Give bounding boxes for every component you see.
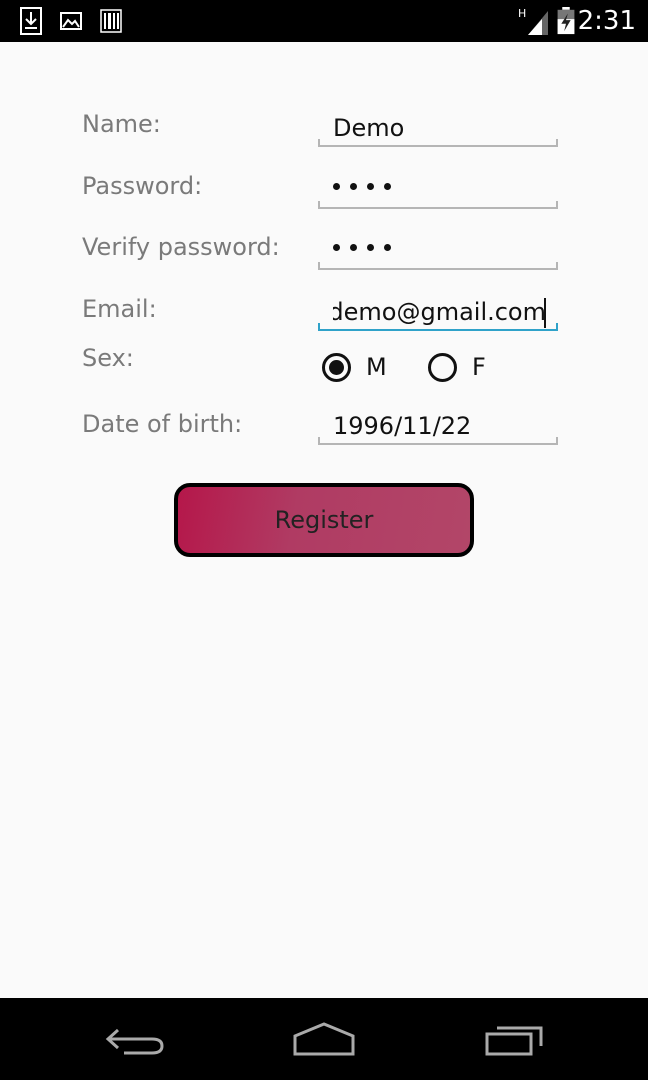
- email-field[interactable]: demo@gmail.com: [318, 295, 558, 331]
- sex-label: Sex:: [82, 344, 134, 372]
- image-icon: [60, 12, 82, 30]
- password-field[interactable]: [318, 173, 558, 209]
- sex-option-m-label: M: [366, 353, 387, 381]
- recents-icon[interactable]: [484, 1020, 546, 1058]
- date-of-birth-field[interactable]: 1996/11/22: [318, 409, 558, 445]
- verify-password-field[interactable]: [318, 234, 558, 270]
- radio-unchecked-icon: [428, 352, 457, 382]
- clock-time: 2:31: [577, 6, 636, 36]
- name-label: Name:: [82, 110, 161, 138]
- signal-icon: H: [518, 7, 548, 35]
- password-label: Password:: [82, 172, 203, 200]
- home-icon[interactable]: [292, 1020, 356, 1058]
- back-icon[interactable]: [104, 1020, 166, 1058]
- sex-option-f-label: F: [472, 353, 486, 381]
- password-underline: [318, 201, 558, 209]
- navigation-bar: [0, 998, 648, 1080]
- network-type-text: H: [518, 7, 526, 20]
- radio-checked-icon: [322, 352, 351, 382]
- sex-radio-f[interactable]: F: [428, 348, 486, 386]
- status-bar: H 2:31: [0, 0, 648, 42]
- email-underline: [318, 323, 558, 331]
- name-underline: [318, 139, 558, 147]
- date-of-birth-underline: [318, 437, 558, 445]
- barcode-icon: [100, 9, 122, 33]
- verify-password-label: Verify password:: [82, 233, 280, 261]
- sex-radio-m[interactable]: M: [322, 348, 387, 386]
- verify-password-underline: [318, 262, 558, 270]
- password-mask: [333, 183, 391, 190]
- email-label: Email:: [82, 295, 157, 323]
- register-button[interactable]: Register: [174, 483, 474, 557]
- date-of-birth-label: Date of birth:: [82, 410, 243, 438]
- download-icon: [20, 7, 42, 35]
- verify-password-mask: [333, 244, 391, 251]
- name-field[interactable]: Demo: [318, 111, 558, 147]
- battery-icon: [557, 7, 575, 35]
